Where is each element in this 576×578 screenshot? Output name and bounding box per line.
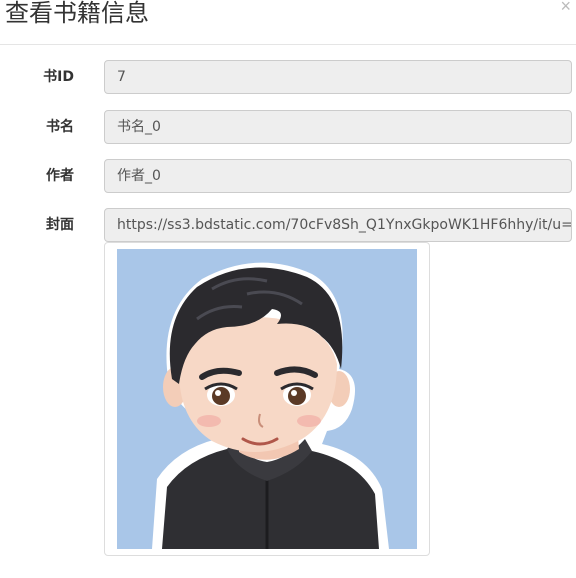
- close-icon[interactable]: ×: [560, 0, 571, 16]
- book-id-row: 书ID 7: [0, 60, 576, 94]
- cartoon-avatar-image: [117, 249, 417, 549]
- author-field[interactable]: 作者_0: [104, 159, 572, 193]
- dialog-header: 查看书籍信息 ×: [0, 0, 576, 45]
- book-name-field[interactable]: 书名_0: [104, 110, 572, 144]
- book-id-field[interactable]: 7: [104, 60, 572, 94]
- cover-url-field[interactable]: https://ss3.bdstatic.com/70cFv8Sh_Q1YnxG…: [104, 208, 572, 242]
- book-name-label: 书名: [46, 119, 74, 135]
- cover-thumbnail: [104, 242, 430, 556]
- cover-label: 封面: [46, 217, 74, 233]
- book-id-label: 书ID: [43, 69, 74, 85]
- author-row: 作者 作者_0: [0, 159, 576, 193]
- book-name-row: 书名 书名_0: [0, 110, 576, 144]
- cover-row: 封面 https://ss3.bdstatic.com/70cFv8Sh_Q1Y…: [0, 208, 576, 242]
- dialog-title: 查看书籍信息: [5, 0, 149, 27]
- author-label: 作者: [46, 168, 74, 184]
